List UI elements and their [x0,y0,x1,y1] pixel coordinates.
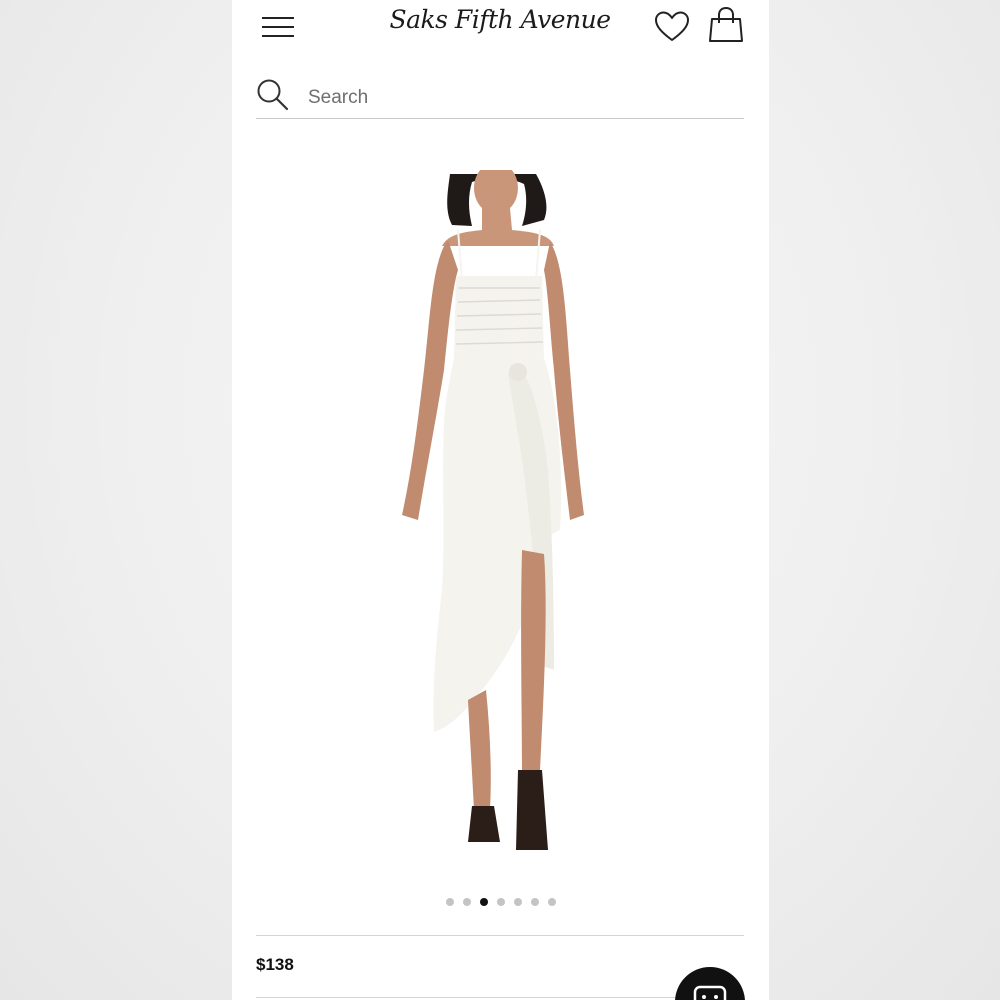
carousel-dot-3[interactable] [479,898,488,906]
divider [256,997,744,998]
carousel-dot-7[interactable] [547,898,556,906]
carousel-dot-1[interactable] [445,898,454,906]
shopping-bag-icon[interactable] [706,5,746,45]
carousel-dot-4[interactable] [496,898,505,906]
carousel-dot-5[interactable] [513,898,522,906]
product-price: $138 [256,955,294,974]
divider [256,935,744,936]
search-input[interactable] [306,82,730,114]
search-icon[interactable] [256,78,290,112]
hamburger-menu-icon[interactable] [258,10,298,44]
chat-button[interactable] [675,967,745,1000]
carousel-dot-2[interactable] [462,898,471,906]
heart-icon[interactable] [652,9,692,45]
search-bar [256,74,744,119]
brand-logo[interactable]: Saks Fifth Avenue [372,2,628,38]
mobile-screen: Saks Fifth Avenue Search $138 [232,0,769,1000]
carousel-dots [232,898,769,912]
carousel-dot-6[interactable] [530,898,539,906]
product-image[interactable] [372,162,632,870]
